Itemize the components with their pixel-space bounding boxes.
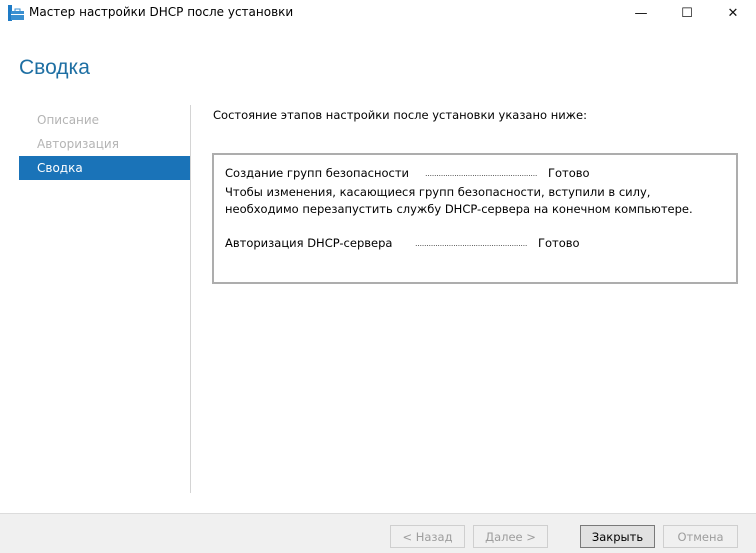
window-title: Мастер настройки DHCP после установки	[29, 5, 294, 19]
step-label: Авторизация DHCP-сервера	[225, 236, 393, 250]
nav-item-authorization[interactable]: Авторизация	[19, 132, 190, 156]
divider	[190, 105, 191, 493]
dhcp-wizard-icon	[8, 5, 24, 21]
next-button[interactable]: Далее >	[473, 525, 548, 548]
step-row: Создание групп безопасности ............…	[225, 164, 725, 182]
step-label: Создание групп безопасности	[225, 166, 409, 180]
step-row: Авторизация DHCP-сервера ...............…	[225, 234, 725, 252]
title-bar: Мастер настройки DHCP после установки — …	[0, 0, 756, 26]
nav-item-description[interactable]: Описание	[19, 108, 190, 132]
page-title: Сводка	[19, 56, 90, 79]
step-status: Готово	[548, 166, 590, 180]
wizard-nav: Описание Авторизация Сводка	[19, 108, 190, 180]
close-window-button[interactable]: ✕	[710, 0, 756, 26]
intro-text: Состояние этапов настройки после установ…	[213, 108, 587, 122]
results-box: Создание групп безопасности ............…	[212, 153, 738, 284]
nav-item-summary[interactable]: Сводка	[19, 156, 190, 180]
footer: < Назад Далее > Закрыть Отмена	[0, 513, 756, 553]
close-button[interactable]: Закрыть	[580, 525, 655, 548]
step-status: Готово	[538, 236, 580, 250]
maximize-button[interactable]: ☐	[664, 0, 710, 26]
cancel-button[interactable]: Отмена	[663, 525, 738, 548]
back-button[interactable]: < Назад	[390, 525, 465, 548]
step-note: Чтобы изменения, касающиеся групп безопа…	[225, 185, 693, 216]
step-dots: ........................................…	[415, 238, 528, 248]
step-dots: ........................................…	[425, 168, 538, 178]
minimize-button[interactable]: —	[618, 0, 664, 26]
